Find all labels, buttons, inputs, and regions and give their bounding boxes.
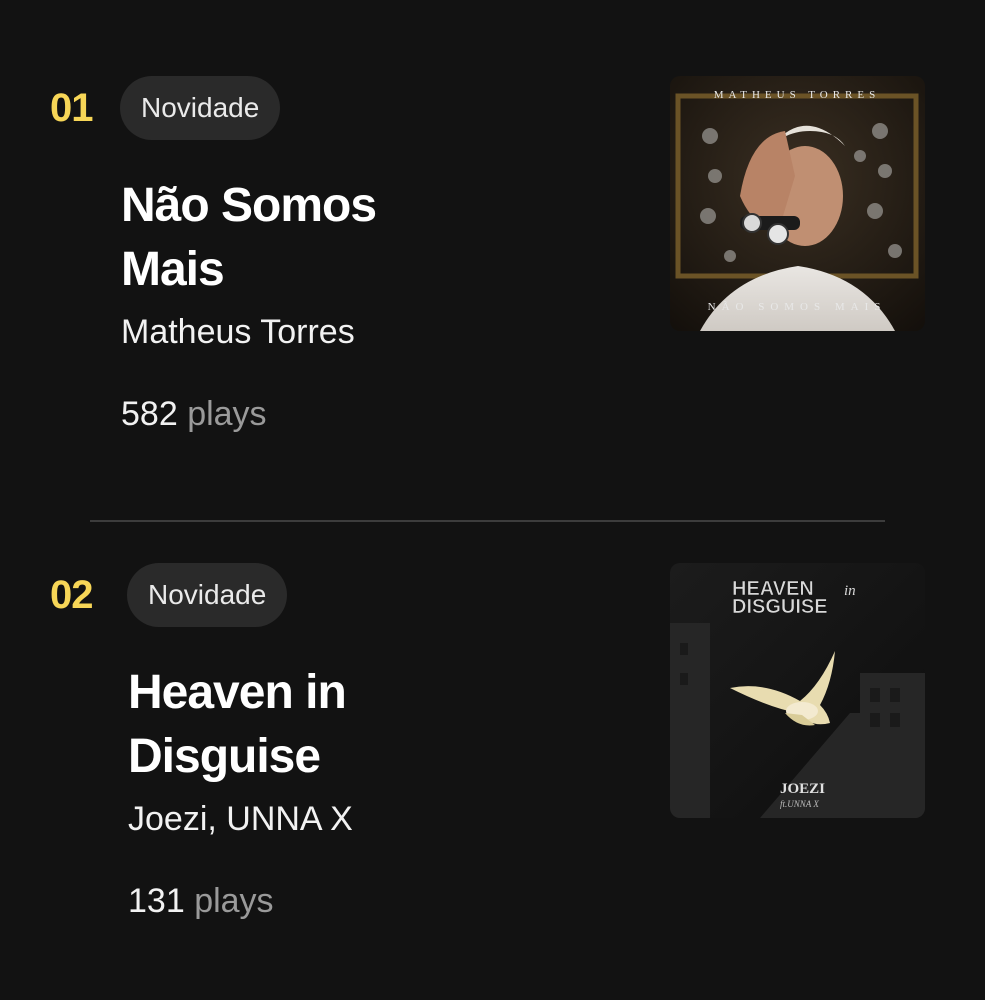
track-rank: 01: [50, 86, 93, 130]
new-release-badge: Novidade: [127, 563, 288, 627]
album-cover[interactable]: HEAVEN in DISGUISE JOEZI ft.UNNA X: [670, 563, 925, 818]
cover-title-in: in: [844, 583, 856, 599]
play-count: 131 plays: [128, 879, 274, 923]
play-count-value: 131: [128, 882, 185, 920]
track-artist[interactable]: Joezi, UNNA X: [128, 797, 353, 841]
play-count-label: plays: [194, 882, 274, 920]
divider: [90, 520, 885, 522]
track-title[interactable]: Heaven in Disguise: [128, 661, 488, 789]
cover-title-text: NÃO SOMOS MAIS: [708, 301, 887, 313]
cover-title-line2: DISGUISE: [732, 596, 828, 618]
cover-feat-text: ft.UNNA X: [780, 799, 819, 809]
album-cover[interactable]: MATHEUS TORRES NÃO SOMOS MAIS: [670, 76, 925, 331]
new-release-badge: Novidade: [120, 76, 281, 140]
cover-artist-logo: JOEZI: [780, 781, 825, 797]
cover-artist-text: MATHEUS TORRES: [714, 89, 880, 101]
track-rank: 02: [50, 573, 93, 617]
album-cover-art: HEAVEN in DISGUISE JOEZI ft.UNNA X: [670, 563, 925, 818]
track-artist[interactable]: Matheus Torres: [121, 310, 355, 354]
track-title[interactable]: Não Somos Mais: [121, 174, 481, 302]
play-count-value: 582: [121, 395, 178, 433]
play-count: 582 plays: [121, 392, 267, 436]
chart-list: 01 Novidade Não Somos Mais Matheus Torre…: [0, 0, 985, 1000]
album-cover-art: MATHEUS TORRES NÃO SOMOS MAIS: [670, 76, 925, 331]
play-count-label: plays: [187, 395, 267, 433]
